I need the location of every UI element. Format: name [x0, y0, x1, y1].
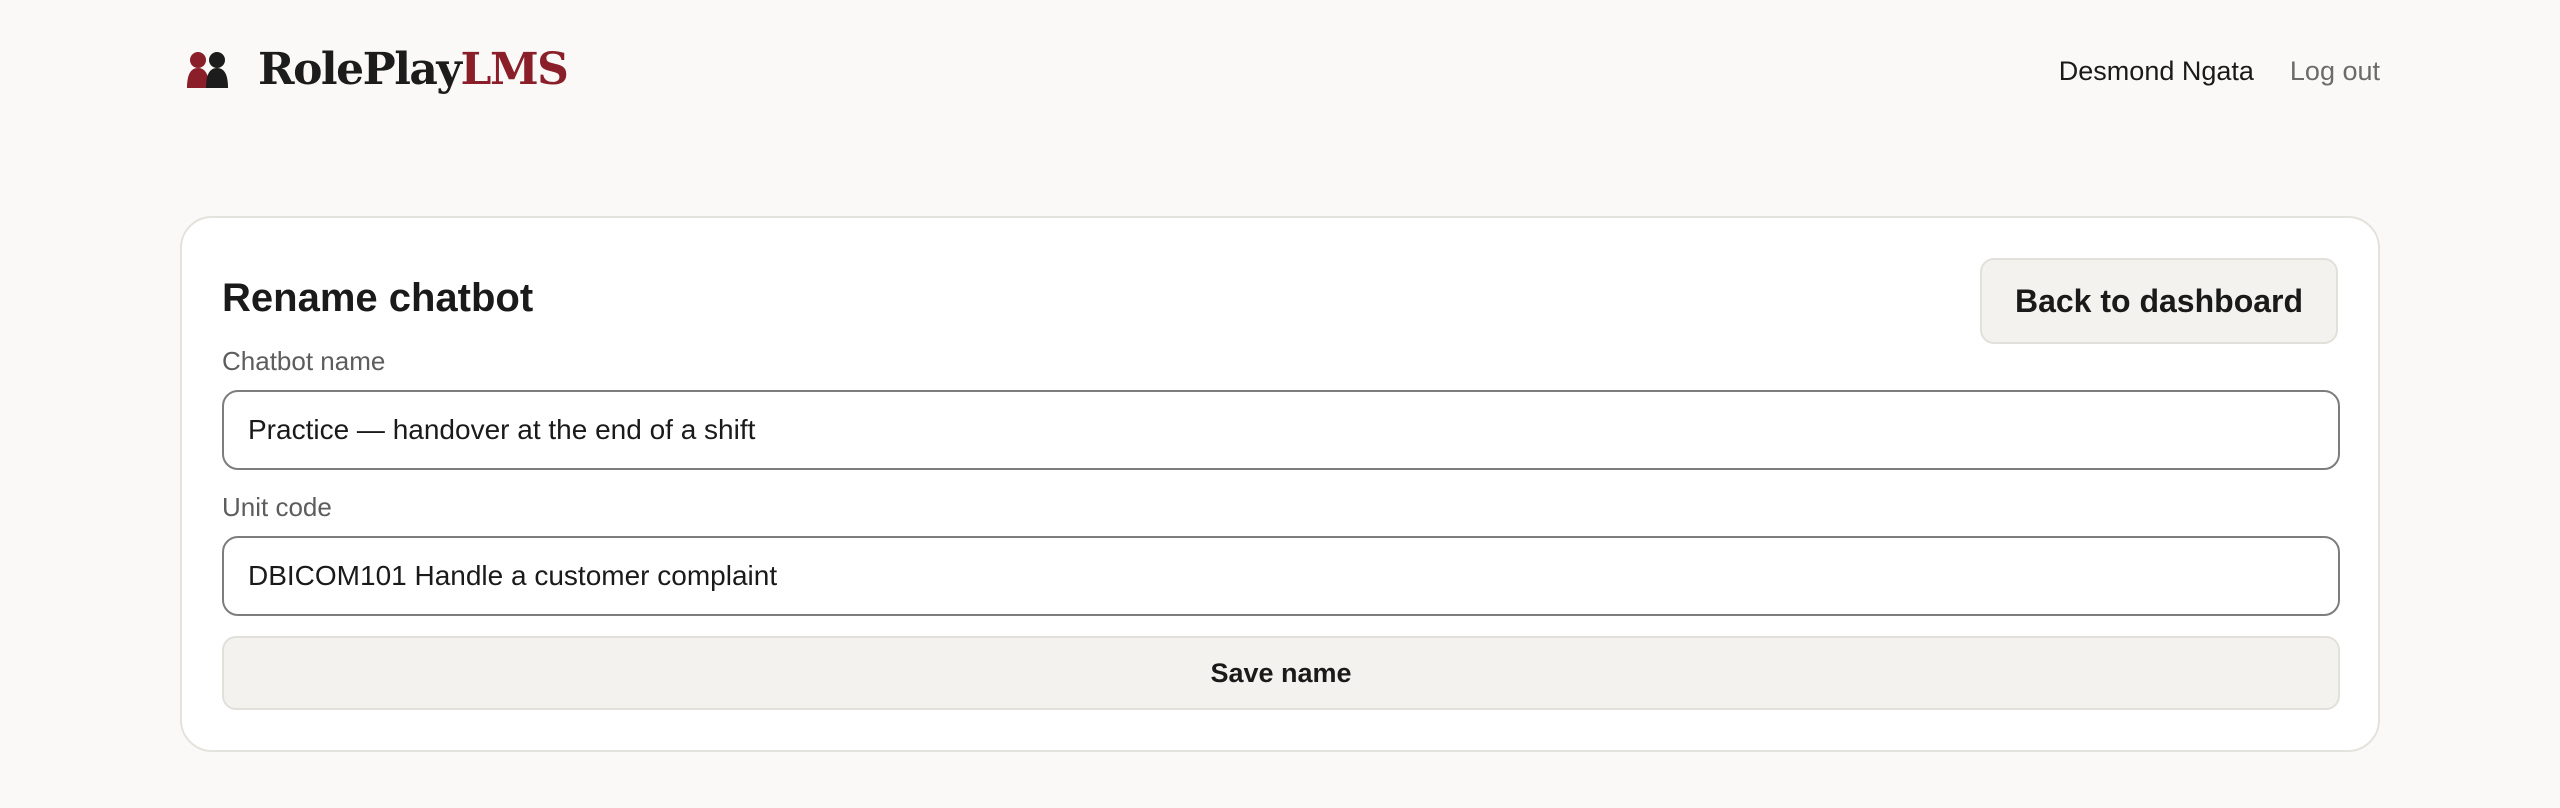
top-header: RolePlayLMS Desmond Ngata Log out: [0, 0, 2560, 150]
logo-link[interactable]: RolePlayLMS: [186, 48, 569, 92]
logo-text-lms: LMS: [460, 44, 569, 95]
back-to-dashboard-button[interactable]: Back to dashboard: [1980, 258, 2338, 344]
unit-code-label: Unit code: [222, 492, 332, 522]
page-title: Rename chatbot: [222, 276, 534, 320]
chatbot-name-input[interactable]: [222, 390, 2340, 470]
user-name: Desmond Ngata: [2058, 56, 2254, 86]
two-people-silhouette-icon: [187, 52, 228, 88]
unit-code-input[interactable]: [222, 536, 2340, 616]
chatbot-name-label: Chatbot name: [222, 346, 386, 376]
rename-chatbot-card: Rename chatbot Back to dashboard Chatbot…: [180, 216, 2380, 752]
logo-wordmark: RolePlayLMS: [258, 48, 569, 92]
user-nav: Desmond Ngata Log out: [2059, 56, 2380, 87]
logout-link[interactable]: Log out: [2290, 56, 2380, 87]
save-name-button[interactable]: Save name: [222, 636, 2340, 710]
logo-text-roleplay: RolePlay: [258, 44, 462, 95]
